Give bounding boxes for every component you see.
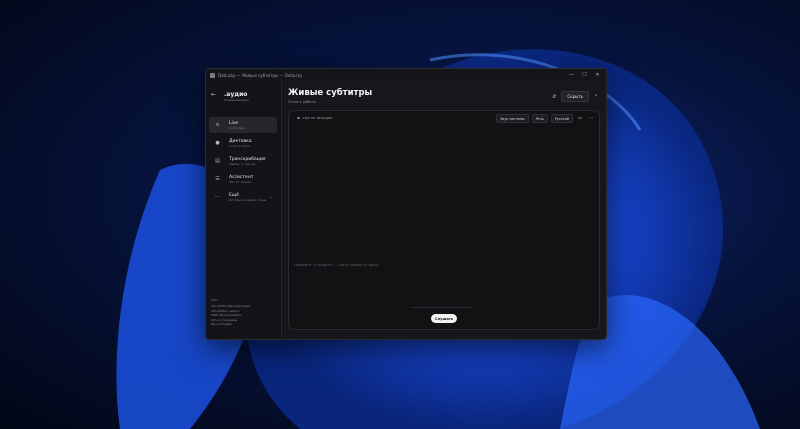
- shortcuts-title: HINT: [211, 298, 219, 303]
- shortcut-line: Esc в историю: [211, 322, 232, 327]
- mic-icon: ●: [215, 139, 220, 146]
- subtitles-panel: Live не запущен Звук системы Речь Русски…: [288, 110, 600, 330]
- maximize-icon[interactable]: ☐: [578, 69, 591, 81]
- sidebar-item-transcription[interactable]: ▤ Транскрибация Файлы → тексты: [209, 153, 277, 169]
- sidebar-item-sub: Голос в текст: [229, 143, 251, 148]
- sidebar-item-live[interactable]: ≋ Live Субтитры: [209, 117, 277, 133]
- brand-subtitle: локальная речь: [224, 98, 249, 102]
- source-chip[interactable]: Звук системы: [496, 114, 529, 123]
- mode-chip[interactable]: Речь: [531, 114, 548, 123]
- title-bar[interactable]: Dotlucky — Живые субтитры — Dotlucky — ☐…: [206, 69, 606, 81]
- main-content: Живые субтитры Готов к работе ⇵ Скрыть ⌃…: [282, 81, 606, 339]
- header-actions: ⇵ Скрыть ⌃: [550, 91, 600, 102]
- app-icon: [210, 72, 215, 78]
- page-title: Живые субтитры: [288, 88, 373, 98]
- sidebar-item-label: Ассистент: [229, 174, 254, 180]
- window-title: Dotlucky — Живые субтитры — Dotlucky: [218, 72, 303, 78]
- window-controls: — ☐ ✕: [565, 69, 604, 81]
- sidebar-item-label: Транскрибация: [229, 156, 266, 162]
- monitor-icon[interactable]: ▭: [576, 115, 584, 122]
- toolbar-actions: Звук системы Речь Русский ▭ ⋯: [493, 114, 595, 123]
- sidebar-item-sub: Чат по записи: [229, 179, 252, 184]
- chevron-up-icon[interactable]: ⌃: [592, 93, 600, 101]
- close-icon[interactable]: ✕: [591, 69, 604, 81]
- sidebar-item-sub: Файлы → тексты: [229, 161, 256, 166]
- divider: [411, 307, 473, 308]
- wave-icon: ≋: [215, 121, 220, 128]
- more-icon: ⋯: [215, 193, 220, 200]
- minimize-icon[interactable]: —: [565, 69, 578, 81]
- panel-toolbar: Live не запущен Звук системы Речь Русски…: [289, 111, 599, 125]
- pin-icon[interactable]: ⇵: [550, 93, 558, 101]
- brand-title: .аудио: [224, 91, 248, 98]
- shortcuts-hint: HINT Ctrl+Shift+Space диктовка Ctrl+Shif…: [211, 298, 250, 327]
- empty-hint: Нажмите «Слушать» — речь появится здесь: [294, 263, 379, 267]
- back-arrow-icon[interactable]: ←: [211, 91, 218, 98]
- live-status: Live не запущен: [302, 116, 333, 120]
- sidebar-item-dictation[interactable]: ● Диктовка Голос в текст: [209, 135, 277, 151]
- chevron-down-icon: ⌄: [269, 194, 273, 199]
- shortcut-line: Ctrl+Shift+Space диктовка: [211, 304, 251, 309]
- document-icon: ▤: [215, 157, 220, 164]
- page-status: Готов к работе: [288, 100, 316, 104]
- hide-button[interactable]: Скрыть: [561, 91, 589, 102]
- sidebar: ← .аудио локальная речь ≋ Live Субтитры …: [206, 81, 282, 339]
- status-dot-icon: [297, 116, 300, 120]
- listen-button[interactable]: Слушать: [431, 314, 457, 323]
- sidebar-item-more[interactable]: ⋯ Ещё История, модели, темы ⌄: [209, 189, 277, 205]
- sidebar-item-sub: Субтитры: [229, 125, 245, 130]
- sidebar-item-assistant[interactable]: ☰ Ассистент Чат по записи: [209, 171, 277, 187]
- chat-icon: ☰: [215, 175, 220, 182]
- brand: ← .аудио локальная речь: [211, 91, 249, 102]
- language-chip[interactable]: Русский: [550, 114, 573, 123]
- sidebar-item-sub: История, модели, темы: [229, 197, 267, 202]
- more-options-icon[interactable]: ⋯: [587, 115, 595, 122]
- sidebar-item-label: Диктовка: [229, 138, 252, 144]
- sidebar-nav: ≋ Live Субтитры ● Диктовка Голос в текст…: [209, 117, 277, 207]
- app-window: Dotlucky — Живые субтитры — Dotlucky — ☐…: [205, 68, 607, 340]
